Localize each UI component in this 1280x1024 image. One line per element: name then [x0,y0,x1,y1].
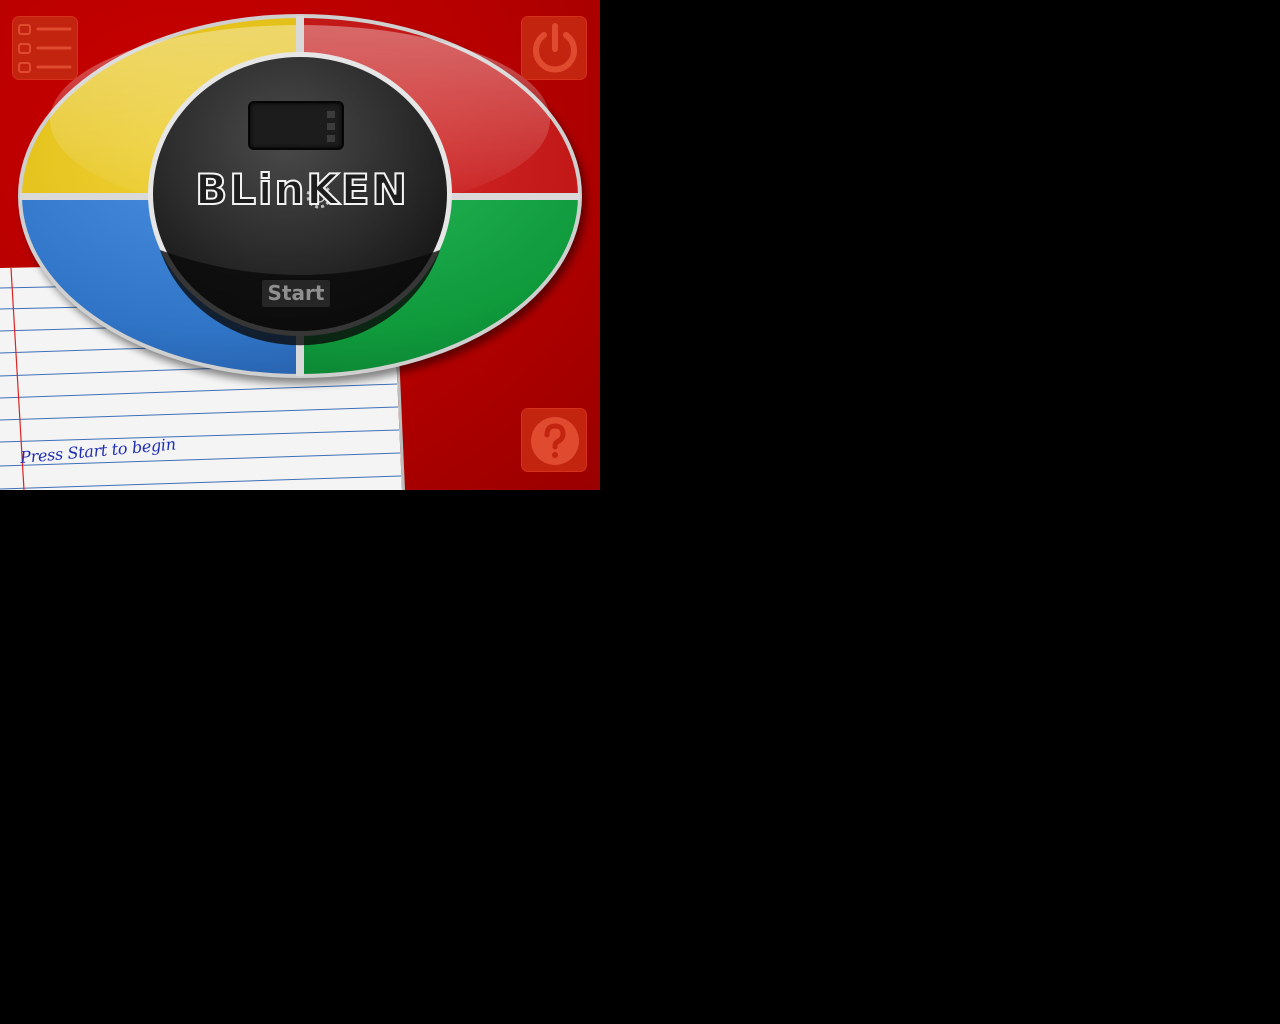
question-mark-icon [531,417,579,465]
score-segment [327,123,335,130]
score-segment [327,135,335,142]
power-icon [533,23,577,73]
menu-list-icon [18,24,72,73]
blinken-logo: BLinKEN [194,164,409,215]
power-button[interactable] [521,16,587,80]
help-button[interactable] [521,408,587,472]
blinken-game-window: Press Start to begin BLinKEN Start [0,0,600,490]
menu-button[interactable] [12,16,78,80]
score-segment [327,111,335,118]
score-display [248,101,344,150]
start-button[interactable]: Start [260,278,332,309]
game-board [18,14,586,384]
